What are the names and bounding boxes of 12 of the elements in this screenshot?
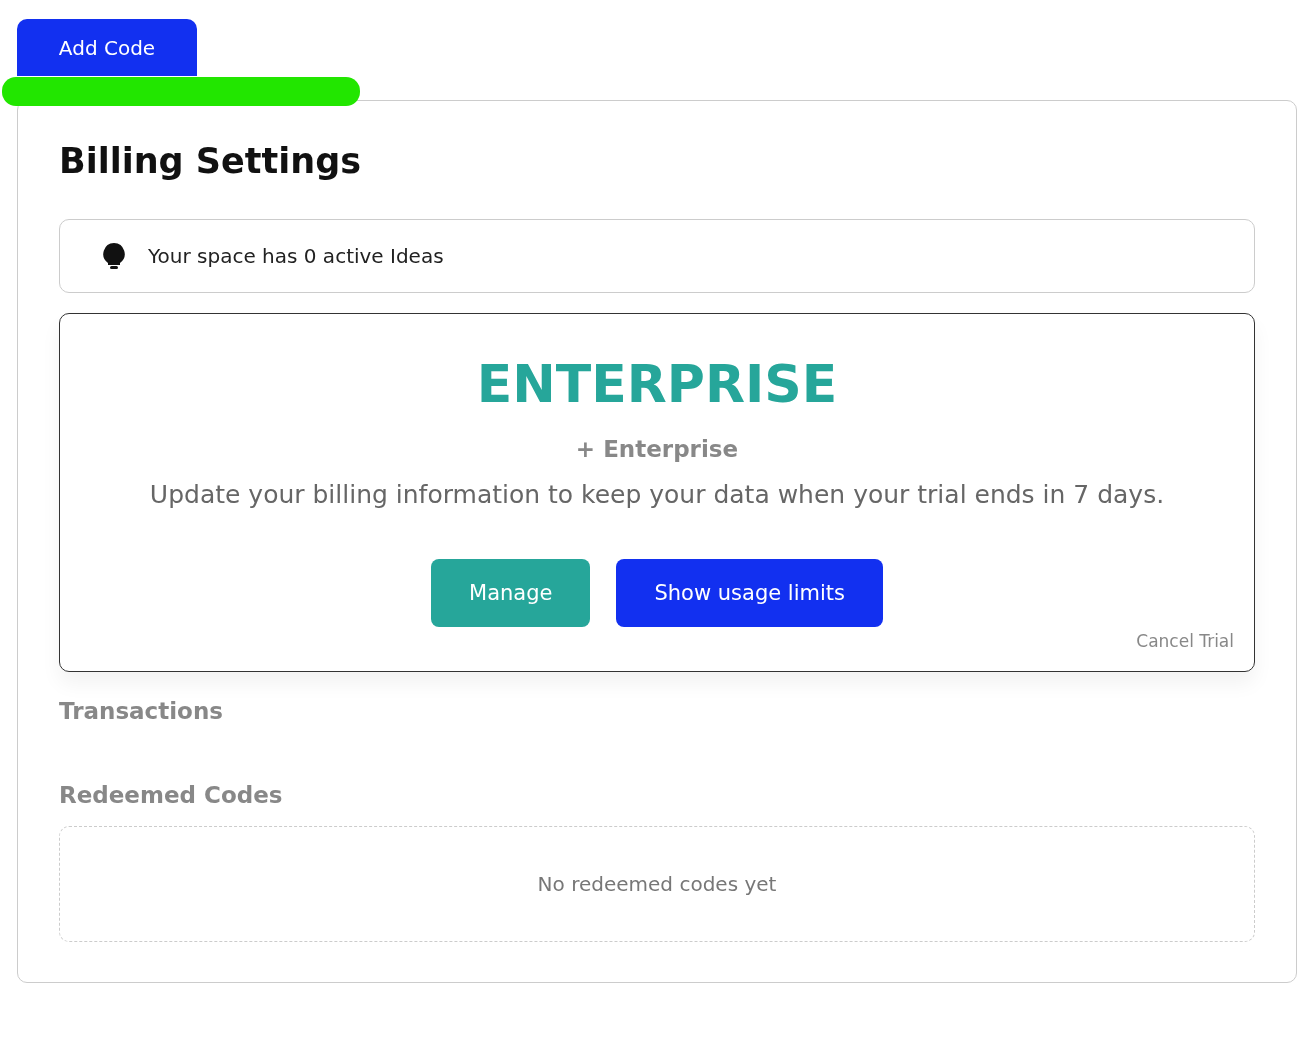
info-text: Your space has 0 active Ideas	[148, 244, 444, 268]
empty-state-text: No redeemed codes yet	[537, 872, 777, 896]
cancel-trial-link[interactable]: Cancel Trial	[1136, 631, 1234, 651]
trial-message: Update your billing information to keep your data when your trial ends in 7 days.	[149, 480, 1165, 509]
usage-limits-button[interactable]: Show usage limits	[616, 559, 883, 627]
plan-name: ENTERPRISE	[476, 354, 838, 414]
add-code-button[interactable]: Add Code	[17, 19, 197, 76]
section-heading: Redeemed Codes	[59, 782, 284, 808]
section-heading: Transactions	[59, 698, 224, 724]
plan-addon: + Enterprise	[575, 436, 739, 462]
lightbulb-icon	[102, 242, 126, 270]
page-title: Billing Settings	[59, 141, 363, 181]
